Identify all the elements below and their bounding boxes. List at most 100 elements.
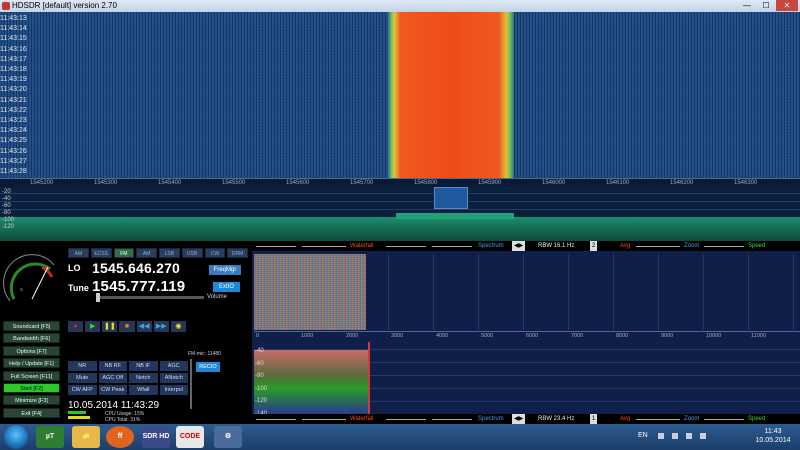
mode-button-usb[interactable]: USB <box>181 248 203 258</box>
dsp-button-nbrf[interactable]: NB RF <box>98 361 127 371</box>
fast-forward-button[interactable]: ▶▶ <box>153 321 169 332</box>
recio-button[interactable]: RECIO <box>196 362 220 372</box>
dsp-button-cwpeak[interactable]: CW Peak <box>98 385 127 395</box>
mode-button-lsb[interactable]: LSB <box>159 248 180 258</box>
audio-filter-edge[interactable] <box>368 342 370 414</box>
lo-frequency[interactable]: 1545.646.270 <box>92 260 180 276</box>
dsp-button-cwafp[interactable]: CW AFP <box>68 385 97 395</box>
mode-button-fm[interactable]: FM <box>113 248 135 258</box>
dsp-button-mute[interactable]: Mute <box>68 373 97 383</box>
mode-button-am[interactable]: AM <box>68 248 89 258</box>
audio-waterfall[interactable] <box>254 254 366 330</box>
clock[interactable]: 11:43 10.05.2014 <box>748 427 798 445</box>
side-button-bandwidth[interactable]: Bandwidth [F6] <box>3 333 60 344</box>
avg-select-2[interactable]: 1 <box>590 414 598 424</box>
frequency-tick-label: 1545800 <box>414 180 438 186</box>
side-buttons: Soundcard [F5] Bandwidth [F6] Options [F7]… <box>3 321 60 420</box>
language-indicator[interactable]: EN <box>638 432 648 439</box>
dsp-button-interpol[interactable]: Interpol <box>159 385 188 395</box>
avg-label: Avg <box>620 243 631 249</box>
start-button[interactable] <box>4 425 28 449</box>
minimize-button[interactable]: — <box>738 0 756 11</box>
dsp-button-wfall[interactable]: Wfall <box>129 385 158 395</box>
audio-spectrum-fill <box>254 350 370 414</box>
stop-button[interactable]: ■ <box>119 321 135 332</box>
audio-axis-label: 7000 <box>571 333 584 339</box>
waterfall-time-labels: 11:43:13 11:43:14 11:43:15 11:43:16 11:43:17… <box>0 14 32 177</box>
mode-button-am[interactable]: AM <box>136 248 157 258</box>
wf-brightness-slider[interactable] <box>302 246 346 247</box>
dsp-button-notch[interactable]: Notch <box>129 373 158 383</box>
dsp-button-anotch[interactable]: ANotch <box>159 373 188 383</box>
rbw-stepper[interactable]: ◀▶ <box>512 241 526 251</box>
waterfall-time-label: 11:43:27 <box>0 157 27 165</box>
wf-contrast-slider[interactable] <box>256 246 296 247</box>
speed-slider[interactable] <box>704 246 744 247</box>
close-button[interactable]: ✕ <box>776 0 798 11</box>
spec2-brightness-slider[interactable] <box>432 419 472 420</box>
avg-select[interactable]: 2 <box>590 241 598 251</box>
waterfall-time-label: 11:43:18 <box>0 66 27 74</box>
rf-frequency-scale[interactable]: 1545200 1545300 1545400 1545500 1545600 15457… <box>0 178 800 187</box>
side-button-options[interactable]: Options [F7] <box>3 345 60 356</box>
dsp-button-nbif[interactable]: NB IF <box>129 361 158 371</box>
audio-db-label: -120 <box>255 398 268 404</box>
speed-slider-2[interactable] <box>704 419 744 420</box>
dsp-button-agc[interactable]: AGC <box>159 361 188 371</box>
rewind-button[interactable]: ◀◀ <box>136 321 152 332</box>
volume-slider-thumb[interactable] <box>96 293 100 302</box>
side-button-soundcard[interactable]: Soundcard [F5] <box>3 321 60 331</box>
side-button-help[interactable]: Help / Update [F1] <box>3 358 60 369</box>
side-button-start[interactable]: Start [F2] <box>3 382 60 393</box>
freqmgr-button[interactable]: FreqMgr <box>209 265 241 275</box>
record-button[interactable]: ● <box>68 321 84 332</box>
tray-flag-icon[interactable] <box>672 433 678 439</box>
code-app-icon[interactable]: CODE <box>176 426 204 448</box>
mode-button-ecss[interactable]: ECSS <box>90 248 112 258</box>
wf2-contrast-slider[interactable] <box>256 419 296 420</box>
folder-icon[interactable]: 📁 <box>72 426 100 448</box>
side-button-full[interactable]: Full Screen [F11] <box>3 370 60 381</box>
mode-button-cw[interactable]: CW <box>204 248 226 258</box>
waterfall-time-label: 11:43:20 <box>0 86 27 94</box>
spec2-contrast-slider[interactable] <box>386 419 426 420</box>
audio-axis-label: 3000 <box>391 333 404 339</box>
extio-button[interactable]: ExtIO <box>213 282 240 292</box>
wf2-brightness-slider[interactable] <box>302 419 346 420</box>
side-button-minimize[interactable]: Minimize [F3] <box>3 395 60 406</box>
dsp-button-agcoff[interactable]: AGC Off <box>98 373 127 383</box>
spectrum-db-label: -40 <box>2 196 11 202</box>
waterfall-time-label: 11:43:21 <box>0 96 27 104</box>
pause-button[interactable]: ❚❚ <box>102 321 118 332</box>
s-meter-needle <box>31 266 49 300</box>
mode-button-drm[interactable]: DRM <box>227 248 248 258</box>
zoom-slider-2[interactable] <box>636 419 680 420</box>
hdsdr-icon[interactable]: SDR HD <box>142 426 170 448</box>
tray-arrow-icon[interactable] <box>658 433 664 439</box>
tuning-filter-marker[interactable] <box>434 187 468 209</box>
zoom-slider[interactable] <box>636 246 680 247</box>
audio-spectrum[interactable] <box>254 342 800 414</box>
network-icon[interactable] <box>686 433 692 439</box>
frequency-tick-label: 1545600 <box>286 180 310 186</box>
maximize-button[interactable]: ☐ <box>757 0 775 11</box>
utorrent-icon[interactable]: µT <box>36 426 64 448</box>
side-button-exit[interactable]: Exit [F4] <box>3 407 60 418</box>
spec-contrast-slider[interactable] <box>386 246 426 247</box>
fm-mic-slider[interactable] <box>190 359 192 409</box>
tune-frequency[interactable]: 1545.777.119 <box>92 278 185 295</box>
volume-icon[interactable] <box>700 433 706 439</box>
spec-brightness-slider[interactable] <box>432 246 472 247</box>
play-button[interactable]: ▶ <box>85 321 101 332</box>
volume-slider[interactable] <box>96 293 204 302</box>
frequency-tick-label: 1546100 <box>606 180 630 186</box>
rf-waterfall[interactable]: 11:43:13 11:43:14 11:43:15 11:43:16 11:43:17… <box>0 12 800 178</box>
rbw-stepper-2[interactable]: ◀▶ <box>512 414 526 424</box>
firefox-icon[interactable]: ff <box>106 426 134 448</box>
waterfall-label-2: Waterfall <box>350 416 374 422</box>
loop-button[interactable]: ◉ <box>170 321 186 332</box>
tool-app-icon[interactable]: ⚙ <box>214 426 242 448</box>
cpu-bars <box>68 411 98 421</box>
rf-spectrum[interactable]: -20 -40 -60 -80 -100 -120 <box>0 187 800 241</box>
dsp-button-nr[interactable]: NR <box>68 361 97 371</box>
